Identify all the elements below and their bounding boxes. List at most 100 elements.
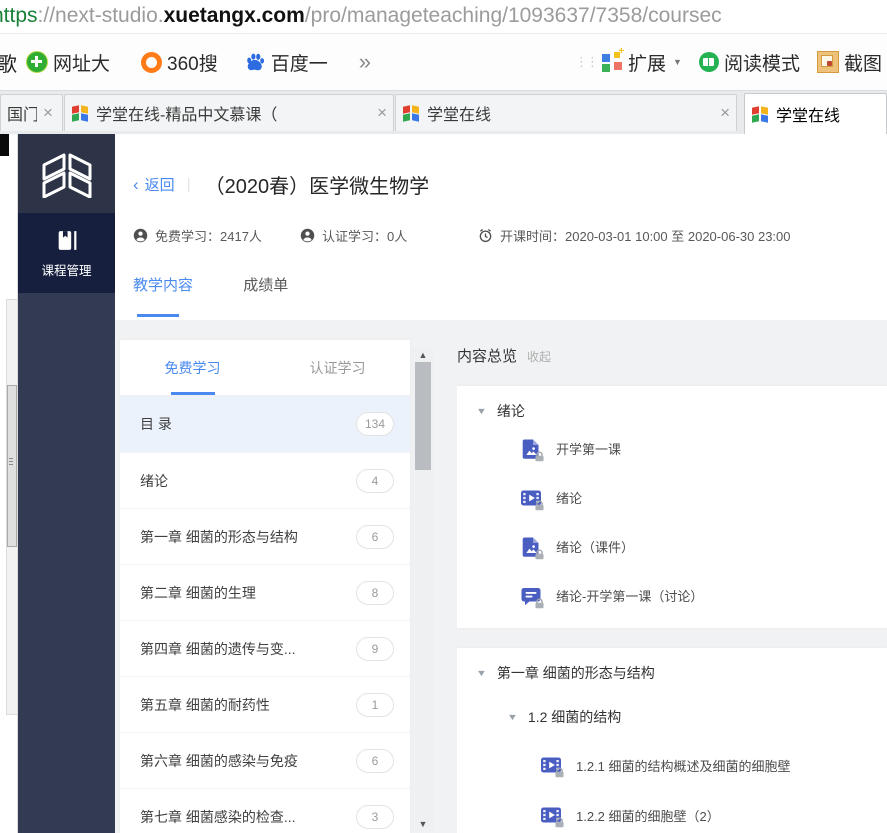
xuetangx-logo-icon [71,104,89,122]
browser-tab-2[interactable]: 学堂在线-精品中文慕课（ × [64,94,394,131]
chapter-label: 第七章 细菌感染的检查... [140,807,356,827]
content-item[interactable]: 开学第一课 [520,424,877,473]
sidebar-item-label: 课程管理 [41,260,91,279]
overview-header: 内容总览 收起 [457,345,887,366]
reader-mode-button[interactable]: 阅读模式 [699,49,800,76]
caret-down-icon: ▼ [507,712,518,722]
bookmark-360search[interactable]: 360搜 [141,49,218,76]
bookmark-wangzhida[interactable]: 网址大 [26,49,110,76]
browser-tab-active[interactable]: 学堂在线 [744,93,887,134]
count-badge: 6 [356,749,394,773]
screenshot-icon [817,51,839,73]
content-area: 免费学习 认证学习 目 录134绪论4第一章 细菌的形态与结构6第二章 细菌的生… [115,320,887,833]
bookmarks-right-group: ⋮⋮ 扩展 ▼ 阅读模式 截图 [575,34,882,90]
chapter-label: 第四章 细菌的遗传与变... [140,639,356,659]
video-icon [520,487,542,509]
close-icon[interactable]: × [43,103,53,123]
chapter-label: 第五章 细菌的耐药性 [140,695,356,715]
screenshot-button[interactable]: 截图 [817,49,882,76]
count-badge: 1 [356,693,394,717]
list-item[interactable]: 第一章 细菌的形态与结构6 [120,508,410,564]
bookmark-label: 网址大 [53,49,110,76]
url-bar[interactable]: https://next-studio.xuetangx.com/pro/man… [0,0,887,34]
course-title: （2020春）医学微生物学 [205,170,430,199]
browser-tab-3[interactable]: 学堂在线 × [395,94,737,131]
section-title-row[interactable]: ▼ 绪论 [477,398,877,424]
content-item[interactable]: 绪论（课件） [520,522,877,571]
bookmark-label: 百度一 [271,49,328,76]
list-item[interactable]: 第六章 细菌的感染与免疫6 [120,732,410,788]
collapse-link[interactable]: 收起 [527,348,551,365]
site-green-plus-icon [26,51,48,73]
tool-label: 阅读模式 [724,49,800,76]
chapter-panel-tabs: 免费学习 认证学习 [120,340,410,396]
browser-window: https://next-studio.xuetangx.com/pro/man… [0,0,887,833]
content-item-label: 1.2.2 细菌的细胞壁（2） [576,806,720,825]
bookmark-baidu[interactable]: 百度一 [245,49,328,76]
user-icon [300,228,315,243]
subsection-title-row[interactable]: ▼ 1.2 细菌的结构 [508,694,877,740]
chapter-label: 绪论 [140,471,356,491]
overview-section-card: ▼绪论开学第一课绪论绪论（课件）绪论-开学第一课（讨论） [457,386,887,628]
content-item-label: 开学第一课 [556,439,621,458]
count-badge: 8 [356,581,394,605]
tab-verified-learning[interactable]: 认证学习 [265,340,410,395]
chapter-list: 目 录134绪论4第一章 细菌的形态与结构6第二章 细菌的生理8第四章 细菌的遗… [120,396,410,833]
list-item[interactable]: 第五章 细菌的耐药性1 [120,676,410,732]
content-item[interactable]: 绪论-开学第一课（讨论） [520,571,877,620]
bookmark-cut[interactable]: 歌 [0,48,17,77]
stat-text: 认证学习：0人 [322,226,407,245]
stat-text: 免费学习：2417人 [155,226,262,245]
close-icon[interactable]: × [377,103,387,123]
content-item[interactable]: 绪论 [520,473,877,522]
section-title: 第一章 细菌的形态与结构 [497,663,655,683]
tab-strip: 国门 × 学堂在线-精品中文慕课（ × 学堂在线 × 学堂在线 [0,90,887,136]
app-logo[interactable] [18,134,115,213]
subsection-title: 1.2 细菌的结构 [528,707,621,727]
tab-title: 国门 [7,101,37,125]
background-window-edge [0,134,18,833]
section-title: 绪论 [497,401,525,421]
list-item[interactable]: 绪论4 [120,452,410,508]
scroll-down-icon[interactable]: ▼ [412,819,434,829]
bookmarks-bar: 歌 网址大 360搜 百度一 » ⋮⋮ 扩展 ▼ [0,34,887,90]
extensions-icon [602,52,623,72]
sidebar-item-course-management[interactable]: 课程管理 [18,213,115,293]
tool-label: 扩展 [628,49,666,76]
course-tabs: 教学内容 成绩单 [133,274,288,295]
browser-tab-1[interactable]: 国门 × [0,94,63,131]
url-text: https://next-studio.xuetangx.com/pro/man… [0,4,722,27]
list-scrollbar[interactable]: ▲ ▼ [412,348,434,831]
courseware-icon [520,536,542,558]
caret-down-icon: ▼ [476,406,487,416]
course-header-row: ‹ 返回 | （2020春）医学微生物学 [133,170,429,199]
tab-teaching-content[interactable]: 教学内容 [133,274,193,295]
list-item[interactable]: 目 录134 [120,396,410,452]
stat-text: 开课时间：2020-03-01 10:00 至 2020-06-30 23:00 [500,226,791,245]
tab-free-learning[interactable]: 免费学习 [120,340,265,395]
content-item[interactable]: 1.2.2 细菌的细胞壁（2） [540,790,877,833]
app-area: 课程管理 ‹ 返回 | （2020春）医学微生物学 免费学习：2417人 [0,134,887,833]
scrollbar-thumb[interactable] [415,362,431,470]
background-scrollbar [6,299,18,715]
background-scrollbar-thumb [7,385,17,547]
content-item-label: 绪论（课件） [556,537,634,556]
list-item[interactable]: 第四章 细菌的遗传与变...9 [120,620,410,676]
bookmarks-overflow-chevron[interactable]: » [359,49,371,75]
extensions-button[interactable]: 扩展 ▼ [602,49,682,76]
content-item-label: 绪论 [556,488,582,507]
video-icon [540,804,562,826]
list-item[interactable]: 第七章 细菌感染的检查...3 [120,788,410,833]
count-badge: 3 [356,805,394,829]
back-button[interactable]: ‹ 返回 [133,174,175,195]
tab-grades[interactable]: 成绩单 [243,274,288,295]
scroll-up-icon[interactable]: ▲ [412,350,434,360]
content-item[interactable]: 1.2.1 细菌的结构概述及细菌的细胞壁 [540,740,877,790]
section-title-row[interactable]: ▼ 第一章 细菌的形态与结构 [477,660,877,686]
list-item[interactable]: 第二章 细菌的生理8 [120,564,410,620]
chevron-left-icon: ‹ [133,177,139,192]
close-icon[interactable]: × [720,103,730,123]
overview-section-card: ▼ 第一章 细菌的形态与结构 ▼ 1.2 细菌的结构 1.2.1 细菌的结构概述及细菌的… [457,648,887,833]
caret-down-icon: ▼ [476,668,487,678]
overview-sections: ▼绪论开学第一课绪论绪论（课件）绪论-开学第一课（讨论）▼第一章 细菌的形态与结… [457,386,887,833]
